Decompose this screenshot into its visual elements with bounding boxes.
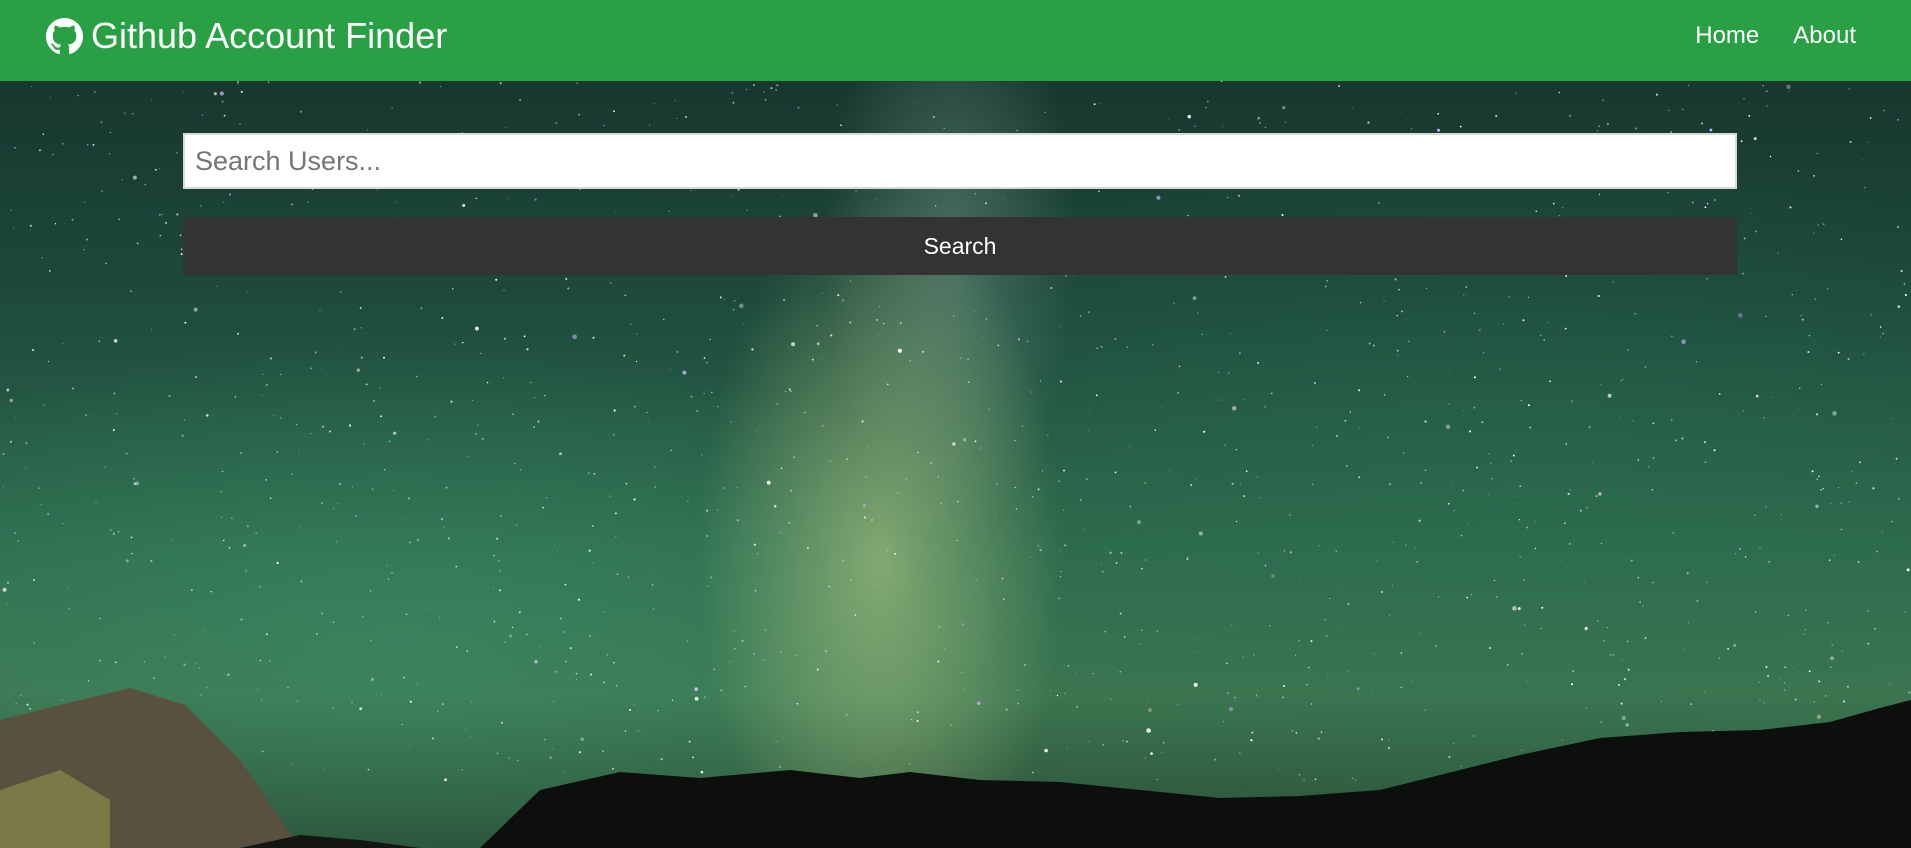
nav-links: Home About <box>1695 22 1856 50</box>
mountain-silhouette <box>0 688 1911 848</box>
brand-title: Github Account Finder <box>91 15 448 56</box>
search-form: Search <box>183 133 1737 275</box>
brand-link[interactable]: Github Account Finder <box>46 16 447 56</box>
navbar: Github Account Finder Home About <box>0 0 1911 81</box>
nav-link-home[interactable]: Home <box>1695 22 1759 50</box>
nav-link-about[interactable]: About <box>1793 22 1856 50</box>
search-button[interactable]: Search <box>183 217 1737 275</box>
search-input[interactable] <box>183 133 1737 189</box>
github-icon <box>46 17 83 55</box>
